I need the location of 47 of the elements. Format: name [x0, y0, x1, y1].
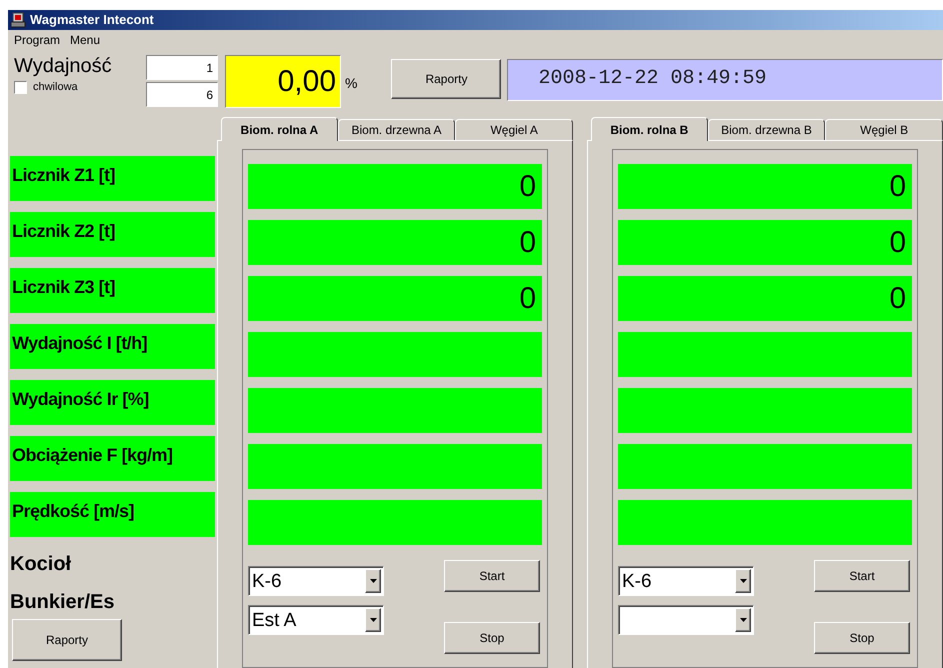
- reports-button[interactable]: Raporty: [12, 619, 122, 661]
- tab[interactable]: Biom. rolna B: [591, 117, 708, 141]
- tab[interactable]: Biom. drzewna A: [338, 119, 456, 140]
- caret-icon: [365, 608, 381, 632]
- start-button[interactable]: Start: [814, 560, 910, 592]
- dropdown[interactable]: K-6: [618, 566, 754, 596]
- stop-button[interactable]: Stop: [444, 622, 540, 654]
- boiler-label: Kocioł: [10, 552, 72, 577]
- caret-icon: [735, 569, 751, 593]
- menu-item[interactable]: Program: [14, 31, 60, 49]
- number-field[interactable]: 6: [146, 82, 218, 107]
- counter-display: 0: [248, 276, 542, 321]
- measurement-label: Wydajność Ir [%]: [10, 380, 215, 425]
- caret-icon: [735, 608, 751, 632]
- caret-icon: [365, 569, 381, 593]
- measurement-label: Obciążenie F [kg/m]: [10, 436, 215, 481]
- window-title: Wagmaster Intecont: [30, 11, 154, 30]
- measurement-label: Wydajność I [t/h]: [10, 324, 215, 369]
- counter-display: 0: [248, 164, 542, 209]
- reports-button[interactable]: Raporty: [391, 59, 502, 99]
- percent-display: 0,00: [225, 55, 341, 108]
- dropdown[interactable]: [618, 605, 754, 635]
- bunker-label: Bunkier/Es: [10, 590, 116, 615]
- measurement-label: Prędkość [m/s]: [10, 492, 215, 537]
- measurement-label: Licznik Z2 [t]: [10, 212, 215, 257]
- measurement-label: Licznik Z3 [t]: [10, 268, 215, 313]
- menu-item[interactable]: Menu: [70, 31, 100, 49]
- start-button[interactable]: Start: [444, 560, 540, 592]
- counter-display: 0: [248, 220, 542, 265]
- dropdown[interactable]: K-6: [248, 566, 384, 596]
- stop-button[interactable]: Stop: [814, 622, 910, 654]
- measurement-label: Licznik Z1 [t]: [10, 156, 215, 201]
- tab[interactable]: Węgiel B: [825, 119, 943, 140]
- checkbox[interactable]: [14, 80, 27, 94]
- throughput-label: Wydajność: [14, 54, 113, 79]
- app-icon: [10, 12, 26, 28]
- tab[interactable]: Biom. drzewna B: [708, 119, 826, 140]
- counter-display: 0: [618, 164, 912, 209]
- counter-display: 0: [618, 220, 912, 265]
- checkbox-label: chwilowa: [33, 80, 78, 95]
- percent-unit: %: [345, 74, 358, 93]
- dropdown[interactable]: Est A: [248, 605, 384, 635]
- counter-display: 0: [618, 276, 912, 321]
- datetime-display: 2008-12-22 08:49:59: [507, 59, 943, 101]
- tab[interactable]: Węgiel A: [455, 119, 573, 140]
- tab[interactable]: Biom. rolna A: [221, 117, 338, 141]
- number-field[interactable]: 1: [146, 55, 218, 80]
